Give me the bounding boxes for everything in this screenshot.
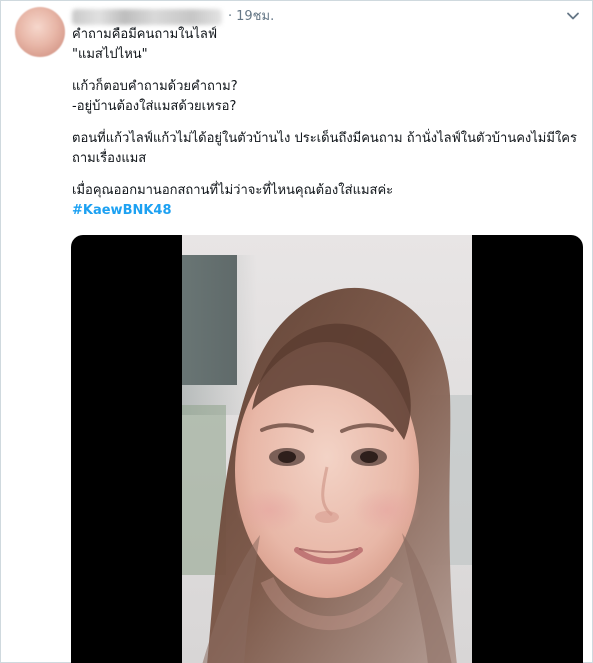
video-player[interactable] <box>71 235 583 663</box>
avatar[interactable] <box>15 7 65 57</box>
tweet-line: แก้วก็ตอบคำถามด้วยคำถาม? <box>72 79 238 94</box>
tweet-text: คำถามคือมีคนถามในไลฟ์ "แมสไปไหน" แก้วก็ต… <box>72 25 582 221</box>
tweet-line: คำถามคือมีคนถามในไลฟ์ <box>72 27 218 42</box>
chevron-down-icon[interactable] <box>564 7 582 25</box>
blurred-username[interactable] <box>72 9 222 25</box>
tweet-line: -อยู่บ้านต้องใส่แมสด้วยเหรอ? <box>72 99 237 114</box>
tweet-line: "แมสไปไหน" <box>72 47 148 62</box>
header-separator: · <box>228 9 233 24</box>
video-thumbnail[interactable] <box>182 235 472 663</box>
tweet-line: ตอนที่แก้วไลฟ์แก้วไม่ได้อยู่ในตัวบ้านไง … <box>72 131 577 166</box>
tweet-header: · 19ชม. <box>72 7 274 27</box>
tweet-timestamp[interactable]: 19ชม. <box>236 8 274 26</box>
tweet-line: เมื่อคุณออกมานอกสถานที่ไม่ว่าจะที่ไหนคุณ… <box>72 183 394 198</box>
hashtag-link[interactable]: #KaewBNK48 <box>72 201 582 221</box>
tweet-card: · 19ชม. คำถามคือมีคนถามในไลฟ์ "แมสไปไหน"… <box>0 0 593 663</box>
